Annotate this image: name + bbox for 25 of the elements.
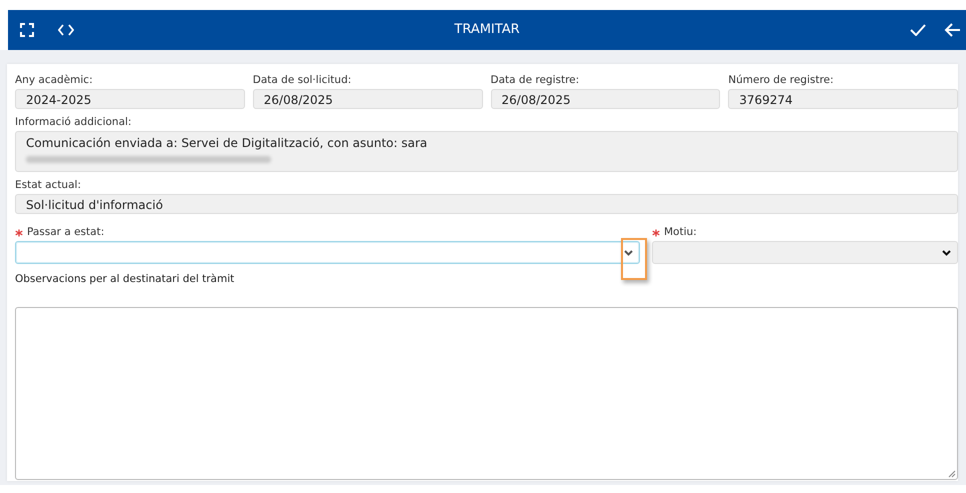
chevron-down-icon: [624, 250, 633, 256]
field-label: Informació addicional:: [15, 116, 132, 129]
check-icon[interactable]: [910, 24, 926, 36]
read-only-field: Sol·licitud d'informació: [15, 194, 958, 214]
dropdown-field[interactable]: [15, 241, 640, 264]
chevron-down-icon: [942, 250, 951, 256]
resize-grip-icon[interactable]: [948, 470, 956, 478]
field-label: Passar a estat:: [27, 226, 104, 239]
field-label: Any acadèmic:: [15, 74, 94, 87]
fullscreen-icon[interactable]: [20, 23, 34, 37]
observations-field[interactable]: [15, 307, 958, 480]
read-only-field: 3769274: [728, 89, 958, 109]
window-title: TRAMITAR: [454, 22, 520, 37]
read-only-field: 26/08/2025: [252, 89, 482, 109]
read-only-field: 26/08/2025: [490, 89, 720, 109]
read-only-field: 2024-2025: [15, 89, 245, 109]
observations-label: Observacions per al destinatari del tràmit: [15, 273, 236, 285]
field-label: Motiu:: [664, 226, 697, 239]
field-label: Data de registre:: [490, 74, 580, 87]
back-arrow-icon[interactable]: [944, 23, 960, 37]
field-label: Data de sol·licitud:: [252, 74, 352, 87]
field-label: Estat actual:: [15, 179, 82, 192]
code-icon[interactable]: [58, 24, 74, 36]
field-label: Número de registre:: [728, 74, 835, 87]
info-text: Comunicación enviada a: Servei de Digitalització, con asunto: sara: [26, 135, 428, 151]
